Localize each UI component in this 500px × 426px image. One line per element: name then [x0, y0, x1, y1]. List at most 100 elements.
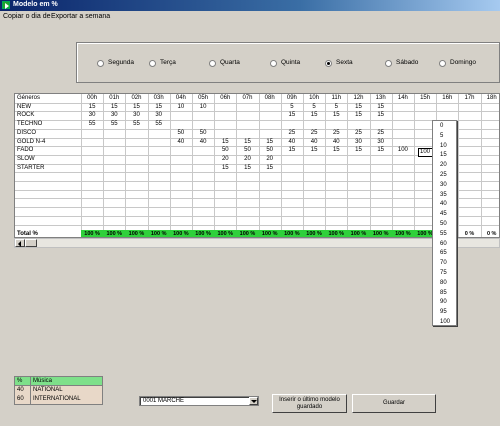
grid-cell[interactable]: 20	[259, 156, 281, 162]
grid-cell[interactable]: 15	[325, 112, 347, 118]
grid-cell[interactable]: 25	[325, 130, 347, 136]
percent-option[interactable]: 25	[433, 170, 456, 180]
grid-cell[interactable]: 15	[81, 104, 103, 110]
grid-cell[interactable]: 10	[170, 104, 192, 110]
grid-cell[interactable]: 15	[236, 139, 258, 145]
grid-cell[interactable]: 15	[103, 104, 125, 110]
percent-option[interactable]: 0	[433, 121, 456, 131]
save-button[interactable]: Guardar	[352, 394, 436, 413]
percent-option[interactable]: 40	[433, 199, 456, 209]
music-share-table: % Música 40 NATIONAL 60 INTERNATIONAL	[14, 376, 103, 405]
percent-option[interactable]: 50	[433, 219, 456, 229]
grid-cell[interactable]: 25	[347, 130, 369, 136]
grid-cell[interactable]: 50	[170, 130, 192, 136]
grid-cell[interactable]: 50	[259, 147, 281, 153]
grid-cell[interactable]: 30	[103, 112, 125, 118]
percent-option[interactable]: 75	[433, 268, 456, 278]
insert-last-model-button[interactable]: Inserir o último modelo guardado	[272, 394, 347, 413]
grid-cell[interactable]: 55	[125, 121, 147, 127]
scroll-thumb[interactable]	[25, 239, 37, 247]
grid-cell[interactable]: 25	[281, 130, 303, 136]
grid-cell[interactable]: 55	[81, 121, 103, 127]
radio-dot-icon[interactable]	[97, 60, 104, 67]
menu-copy-day[interactable]: Copiar o dia de	[3, 13, 50, 20]
grid-cell[interactable]: 20	[214, 156, 236, 162]
grid-cell[interactable]: 15	[347, 104, 369, 110]
chevron-down-icon[interactable]	[249, 397, 258, 405]
grid-cell[interactable]: 20	[236, 156, 258, 162]
percent-option[interactable]: 90	[433, 297, 456, 307]
grid-cell[interactable]: 15	[303, 112, 325, 118]
grid-cell[interactable]: 40	[192, 139, 214, 145]
grid-cell[interactable]: 15	[281, 112, 303, 118]
percent-option[interactable]: 10	[433, 141, 456, 151]
grid-cell[interactable]: 15	[281, 147, 303, 153]
grid-cell[interactable]: 15	[148, 104, 170, 110]
radio-dot-icon[interactable]	[209, 60, 216, 67]
grid-cell[interactable]: 30	[347, 139, 369, 145]
percent-option[interactable]: 15	[433, 150, 456, 160]
percent-option[interactable]: 65	[433, 248, 456, 258]
radio-dot-icon[interactable]	[270, 60, 277, 67]
grid-cell[interactable]: 5	[325, 104, 347, 110]
grid-horizontal-scrollbar[interactable]	[14, 238, 500, 248]
percent-option[interactable]: 95	[433, 307, 456, 317]
grid-cell[interactable]: 15	[214, 165, 236, 171]
grid-cell[interactable]: 55	[148, 121, 170, 127]
percent-option[interactable]: 20	[433, 160, 456, 170]
grid-cell[interactable]: 30	[81, 112, 103, 118]
hour-column-header: 15h	[420, 95, 431, 101]
radio-dot-icon[interactable]	[149, 60, 156, 67]
percent-option[interactable]: 55	[433, 229, 456, 239]
scroll-left-arrow-icon[interactable]	[15, 239, 25, 247]
percent-option[interactable]: 35	[433, 190, 456, 200]
percent-option[interactable]: 60	[433, 239, 456, 249]
grid-cell[interactable]: 15	[214, 139, 236, 145]
percent-option[interactable]: 70	[433, 258, 456, 268]
percent-option[interactable]: 30	[433, 180, 456, 190]
grid-cell[interactable]: 25	[370, 130, 392, 136]
grid-cell[interactable]: 50	[192, 130, 214, 136]
grid-cell[interactable]: 15	[370, 112, 392, 118]
hour-column-header: 00h	[87, 95, 98, 101]
grid-cell[interactable]: 50	[214, 147, 236, 153]
menu-export-week[interactable]: Exportar a semana	[51, 13, 110, 20]
percent-option[interactable]: 85	[433, 288, 456, 298]
grid-cell[interactable]: 15	[370, 104, 392, 110]
grid-cell[interactable]: 40	[325, 139, 347, 145]
grid-cell[interactable]: 15	[125, 104, 147, 110]
grid-cell[interactable]: 15	[259, 165, 281, 171]
grid-cell[interactable]: 40	[281, 139, 303, 145]
radio-dot-icon[interactable]	[325, 60, 332, 67]
music-row[interactable]: 40 NATIONAL	[15, 386, 102, 395]
grid-cell[interactable]: 15	[303, 147, 325, 153]
grid-cell[interactable]: 30	[125, 112, 147, 118]
grid-cell[interactable]: 50	[236, 147, 258, 153]
grid-cell[interactable]: 15	[259, 139, 281, 145]
grid-cell[interactable]: 15	[325, 147, 347, 153]
grid-cell[interactable]: 40	[170, 139, 192, 145]
grid-cell[interactable]: 100	[392, 147, 414, 153]
grid-cell[interactable]: 5	[303, 104, 325, 110]
percent-option[interactable]: 45	[433, 209, 456, 219]
radio-dot-icon[interactable]	[385, 60, 392, 67]
percent-dropdown-list[interactable]: 0 5 10 15 20 25 30 35 40 45 50 55 60 65 70 75 80 85 90 95 10…	[432, 120, 457, 326]
grid-cell[interactable]: 15	[370, 147, 392, 153]
grid-cell[interactable]: 10	[192, 104, 214, 110]
model-select[interactable]: 0001 MARCHE	[139, 396, 259, 406]
radio-dot-icon[interactable]	[439, 60, 446, 67]
grid-cell[interactable]: 15	[347, 147, 369, 153]
grid-cell[interactable]: 40	[303, 139, 325, 145]
grid-cell[interactable]: 30	[148, 112, 170, 118]
grid-cell[interactable]: 55	[103, 121, 125, 127]
percent-option[interactable]: 5	[433, 131, 456, 141]
grid-cell[interactable]: 5	[281, 104, 303, 110]
percent-option[interactable]: 80	[433, 278, 456, 288]
grid-cell[interactable]: 30	[370, 139, 392, 145]
music-row[interactable]: 60 INTERNATIONAL	[15, 395, 102, 404]
percent-option[interactable]: 100	[433, 317, 456, 327]
grid-cell[interactable]: 25	[303, 130, 325, 136]
grid-cell[interactable]: 15	[236, 165, 258, 171]
day-radio-label: Sábado	[396, 59, 419, 66]
grid-cell[interactable]: 15	[347, 112, 369, 118]
